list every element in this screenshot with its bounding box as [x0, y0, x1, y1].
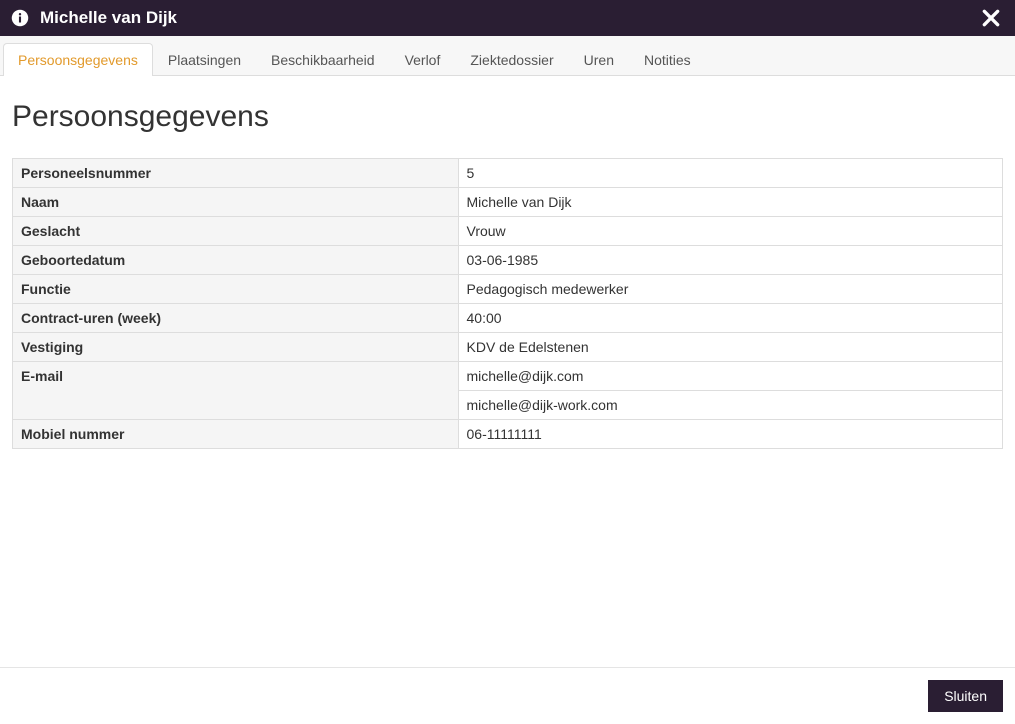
detail-label: Functie	[13, 275, 459, 304]
close-icon[interactable]	[977, 4, 1005, 32]
table-row: Vestiging KDV de Edelstenen	[13, 333, 1003, 362]
tab-label: Ziektedossier	[470, 52, 553, 68]
detail-value: 06-11111111	[458, 420, 1003, 449]
detail-label: Geboortedatum	[13, 246, 459, 275]
detail-label: Naam	[13, 188, 459, 217]
detail-value: Pedagogisch medewerker	[458, 275, 1003, 304]
detail-value: michelle@dijk-work.com	[458, 391, 1003, 420]
table-row: Personeelsnummer 5	[13, 159, 1003, 188]
tab-label: Verlof	[405, 52, 441, 68]
details-table: Personeelsnummer 5 Naam Michelle van Dij…	[12, 158, 1003, 449]
page-title: Persoonsgegevens	[12, 100, 1003, 134]
tab-bar: Persoonsgegevens Plaatsingen Beschikbaar…	[0, 36, 1015, 76]
detail-label: Geslacht	[13, 217, 459, 246]
detail-value: 40:00	[458, 304, 1003, 333]
tab-uren[interactable]: Uren	[569, 43, 629, 76]
tab-label: Beschikbaarheid	[271, 52, 375, 68]
content-area: Persoonsgegevens Personeelsnummer 5 Naam…	[0, 76, 1015, 667]
table-row: Functie Pedagogisch medewerker	[13, 275, 1003, 304]
detail-value: KDV de Edelstenen	[458, 333, 1003, 362]
info-icon	[10, 8, 30, 28]
detail-label: E-mail	[13, 362, 459, 420]
detail-label: Vestiging	[13, 333, 459, 362]
tab-persoonsgegevens[interactable]: Persoonsgegevens	[3, 43, 153, 76]
close-button[interactable]: Sluiten	[928, 680, 1003, 712]
modal-title: Michelle van Dijk	[40, 8, 977, 28]
tab-plaatsingen[interactable]: Plaatsingen	[153, 43, 256, 76]
tab-label: Plaatsingen	[168, 52, 241, 68]
tab-beschikbaarheid[interactable]: Beschikbaarheid	[256, 43, 390, 76]
detail-label: Contract-uren (week)	[13, 304, 459, 333]
table-row: Mobiel nummer 06-11111111	[13, 420, 1003, 449]
table-row: Geslacht Vrouw	[13, 217, 1003, 246]
tab-label: Notities	[644, 52, 691, 68]
tab-label: Persoonsgegevens	[18, 52, 138, 68]
tab-notities[interactable]: Notities	[629, 43, 706, 76]
modal-footer: Sluiten	[0, 667, 1015, 724]
tab-verlof[interactable]: Verlof	[390, 43, 456, 76]
detail-label: Mobiel nummer	[13, 420, 459, 449]
detail-value: 5	[458, 159, 1003, 188]
detail-value: michelle@dijk.com	[458, 362, 1003, 391]
table-row: Geboortedatum 03-06-1985	[13, 246, 1003, 275]
tab-label: Uren	[584, 52, 614, 68]
table-row: Contract-uren (week) 40:00	[13, 304, 1003, 333]
detail-value: Vrouw	[458, 217, 1003, 246]
detail-label: Personeelsnummer	[13, 159, 459, 188]
table-row: E-mail michelle@dijk.com	[13, 362, 1003, 391]
detail-value: Michelle van Dijk	[458, 188, 1003, 217]
tab-ziektedossier[interactable]: Ziektedossier	[455, 43, 568, 76]
table-row: Naam Michelle van Dijk	[13, 188, 1003, 217]
modal-header: Michelle van Dijk	[0, 0, 1015, 36]
detail-value: 03-06-1985	[458, 246, 1003, 275]
